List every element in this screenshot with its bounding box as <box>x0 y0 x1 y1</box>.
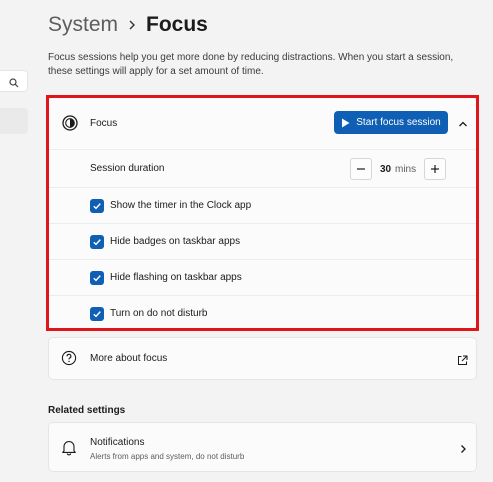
breadcrumb-parent[interactable]: System <box>48 13 118 37</box>
increase-duration-button[interactable] <box>424 158 446 180</box>
option-show-timer[interactable]: Show the timer in the Clock app <box>49 187 476 223</box>
start-focus-session-button[interactable]: Start focus session <box>334 111 448 134</box>
hide-flashing-checkbox[interactable] <box>90 270 104 285</box>
page-title: Focus <box>146 13 208 36</box>
notifications-setting[interactable]: Notifications Alerts from apps and syste… <box>48 422 477 472</box>
chevron-right-icon <box>457 442 469 460</box>
notifications-subtitle: Alerts from apps and system, do not dist… <box>90 452 245 461</box>
breadcrumb: System Focus <box>48 10 208 40</box>
nav-item-selected[interactable] <box>0 108 28 134</box>
decrease-duration-button[interactable] <box>350 158 372 180</box>
do-not-disturb-checkbox[interactable] <box>90 306 104 321</box>
external-link-icon <box>457 353 468 371</box>
page-description: Focus sessions help you get more done by… <box>48 52 454 77</box>
session-duration-value: 30 <box>380 164 392 175</box>
question-icon <box>61 350 77 371</box>
start-focus-session-label: Start focus session <box>356 117 441 128</box>
chevron-right-icon <box>128 19 136 31</box>
option-hide-flashing[interactable]: Hide flashing on taskbar apps <box>49 259 476 295</box>
notifications-title: Notifications <box>90 437 145 448</box>
focus-header[interactable]: Focus Start focus session <box>49 98 476 149</box>
focus-title: Focus <box>90 118 118 129</box>
play-icon <box>341 118 350 128</box>
more-about-focus-label: More about focus <box>90 353 168 364</box>
search-icon <box>9 75 19 93</box>
show-timer-checkbox[interactable] <box>90 198 104 213</box>
hide-badges-label: Hide badges on taskbar apps <box>110 236 241 247</box>
focus-card: Focus Start focus session Session durati… <box>48 97 477 330</box>
hide-flashing-label: Hide flashing on taskbar apps <box>110 272 242 283</box>
show-timer-label: Show the timer in the Clock app <box>110 200 252 211</box>
hide-badges-checkbox[interactable] <box>90 234 104 249</box>
search-box[interactable] <box>0 70 28 92</box>
session-duration-label: Session duration <box>90 163 165 174</box>
left-navigation-rail <box>0 0 28 482</box>
bell-icon <box>61 439 77 461</box>
option-hide-badges[interactable]: Hide badges on taskbar apps <box>49 223 476 259</box>
related-settings-heading: Related settings <box>48 405 126 416</box>
focus-clock-icon <box>61 114 79 137</box>
session-duration-unit: mins <box>395 164 417 175</box>
session-duration-row: Session duration 30 mins <box>49 149 476 187</box>
more-about-focus-link[interactable]: More about focus <box>48 337 477 380</box>
option-do-not-disturb[interactable]: Turn on do not disturb <box>49 295 476 331</box>
chevron-up-icon[interactable] <box>457 117 469 135</box>
do-not-disturb-label: Turn on do not disturb <box>110 308 208 319</box>
